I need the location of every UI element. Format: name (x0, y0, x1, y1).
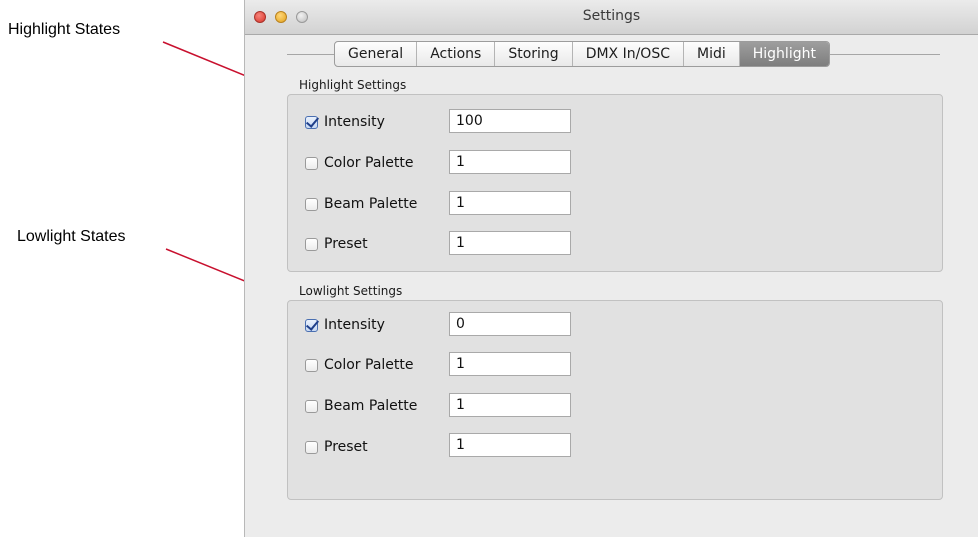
title-bar: Settings (245, 0, 978, 35)
highlight-intensity-label: Intensity (324, 114, 385, 130)
highlight-preset-label: Preset (324, 236, 368, 252)
highlight-beam-palette-field[interactable] (449, 191, 571, 215)
highlight-settings-label: Highlight Settings (299, 78, 407, 92)
lowlight-color-palette-label: Color Palette (324, 357, 414, 373)
lowlight-beam-palette-checkbox[interactable] (305, 399, 318, 413)
lowlight-preset-checkbox[interactable] (305, 440, 318, 454)
highlight-preset-checkbox[interactable] (305, 237, 318, 251)
highlight-color-palette-row[interactable]: Color Palette (305, 155, 414, 171)
highlight-preset-field[interactable] (449, 231, 571, 255)
lowlight-beam-palette-field[interactable] (449, 393, 571, 417)
tab-dmx-in-osc[interactable]: DMX In/OSC (573, 42, 684, 66)
lowlight-beam-palette-label: Beam Palette (324, 398, 418, 414)
highlight-color-palette-field[interactable] (449, 150, 571, 174)
highlight-beam-palette-label: Beam Palette (324, 196, 418, 212)
lowlight-intensity-field[interactable] (449, 312, 571, 336)
tab-highlight[interactable]: Highlight (739, 42, 829, 66)
tab-general[interactable]: General (335, 42, 418, 66)
lowlight-color-palette-row[interactable]: Color Palette (305, 357, 414, 373)
lowlight-settings-label: Lowlight Settings (299, 284, 403, 298)
lowlight-intensity-label: Intensity (324, 317, 385, 333)
window-title: Settings (582, 8, 641, 24)
highlight-preset-row[interactable]: Preset (305, 236, 368, 252)
lowlight-preset-field[interactable] (449, 433, 571, 457)
tab-midi[interactable]: Midi (684, 42, 740, 66)
lowlight-preset-row[interactable]: Preset (305, 439, 368, 455)
callout-lowlight-states: Lowlight States (17, 228, 126, 245)
highlight-intensity-row[interactable]: Intensity (305, 114, 385, 130)
tab-bar: General Actions Storing DMX In/OSC Midi … (334, 41, 830, 67)
lowlight-color-palette-checkbox[interactable] (305, 358, 318, 372)
lowlight-preset-label: Preset (324, 439, 368, 455)
highlight-beam-palette-checkbox[interactable] (305, 197, 318, 211)
highlight-color-palette-checkbox[interactable] (305, 156, 318, 170)
tab-actions[interactable]: Actions (417, 42, 496, 66)
highlight-settings-group (287, 94, 943, 272)
lowlight-beam-palette-row[interactable]: Beam Palette (305, 398, 417, 414)
lowlight-intensity-row[interactable]: Intensity (305, 317, 385, 333)
settings-window: Settings General Actions Storing DMX In/… (244, 0, 978, 537)
lowlight-intensity-checkbox[interactable] (305, 318, 318, 332)
highlight-beam-palette-row[interactable]: Beam Palette (305, 196, 417, 212)
tab-storing[interactable]: Storing (495, 42, 573, 66)
highlight-intensity-checkbox[interactable] (305, 115, 318, 129)
highlight-color-palette-label: Color Palette (324, 155, 414, 171)
lowlight-color-palette-field[interactable] (449, 352, 571, 376)
highlight-intensity-field[interactable] (449, 109, 571, 133)
callout-highlight-states: Highlight States (8, 21, 121, 38)
